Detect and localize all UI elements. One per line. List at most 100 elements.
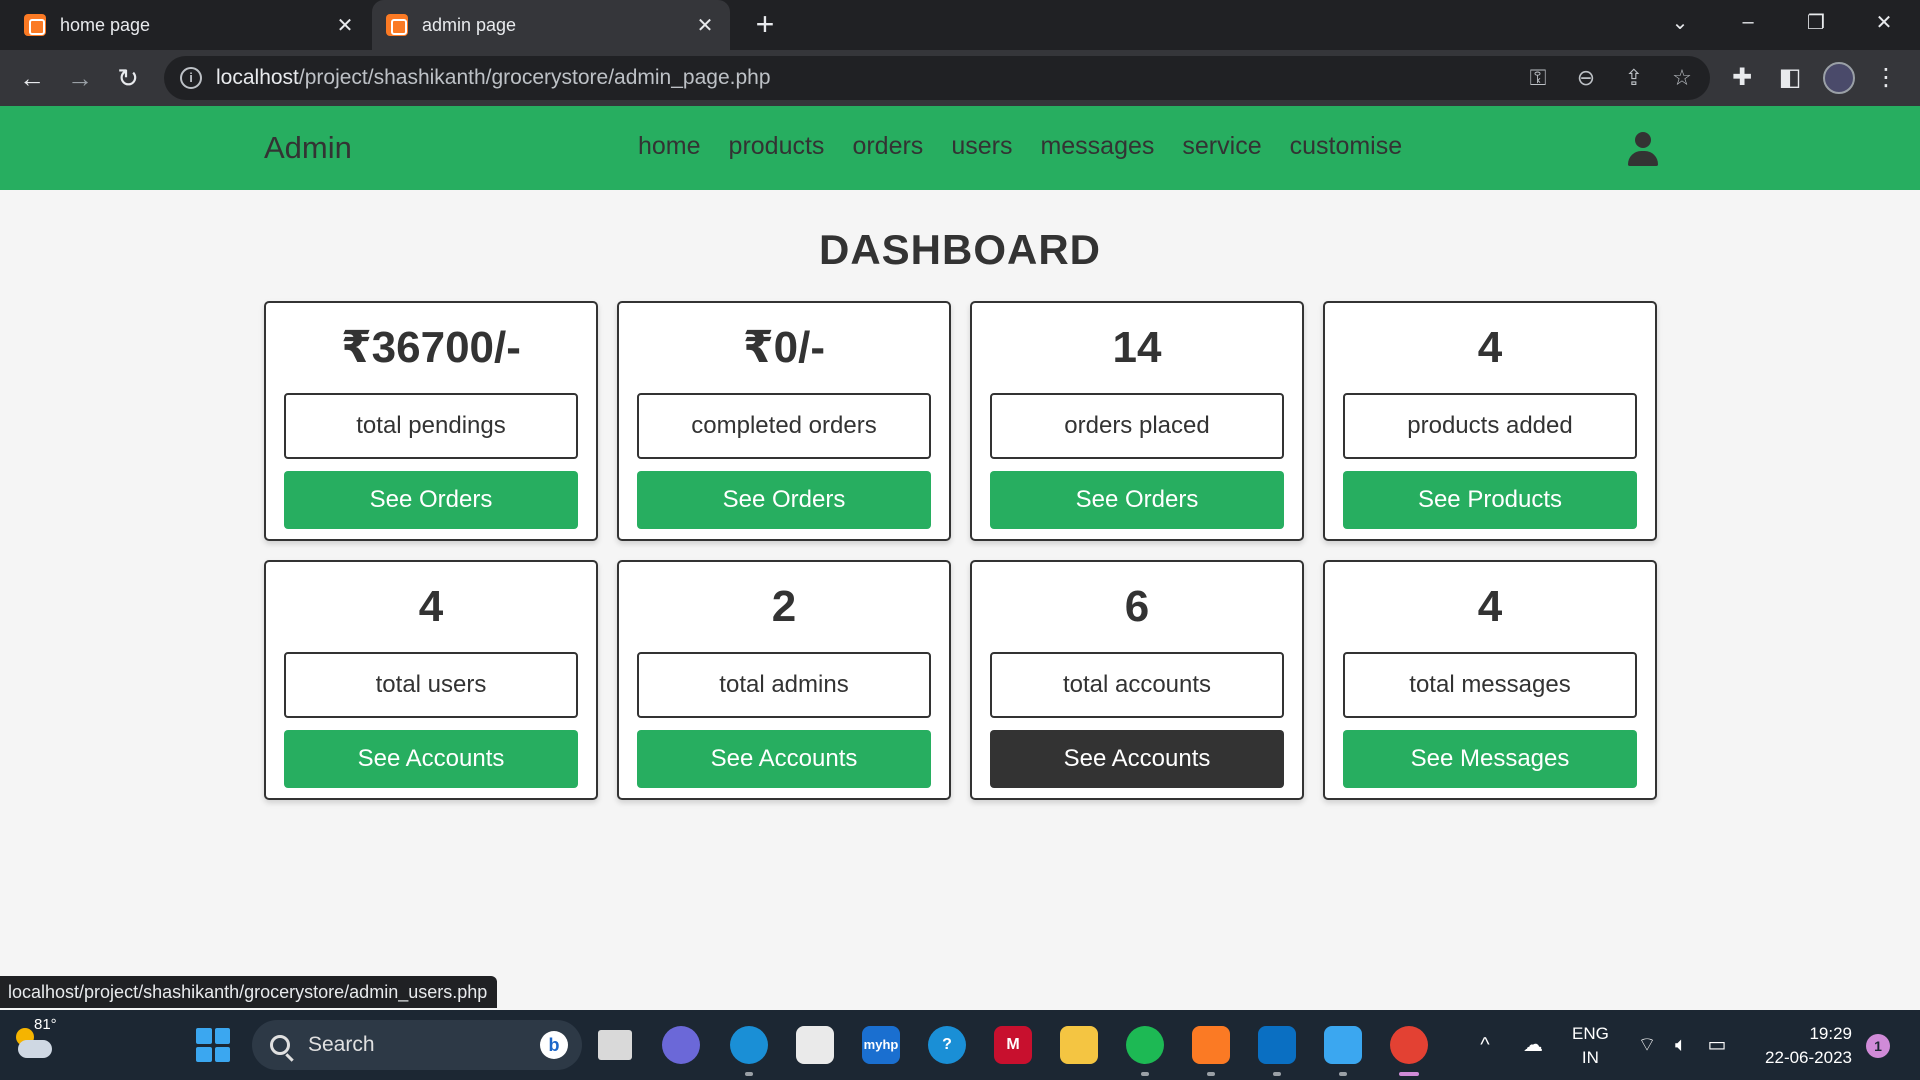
task-view-icon[interactable] <box>598 1030 632 1060</box>
tab-home-page[interactable]: home page ✕ <box>10 0 370 50</box>
nav-customise[interactable]: customise <box>1290 132 1403 161</box>
close-icon[interactable]: ✕ <box>694 13 716 38</box>
plus-icon[interactable]: + <box>748 8 782 42</box>
card-value: 2 <box>771 582 797 631</box>
nav-messages[interactable]: messages <box>1040 132 1154 161</box>
vscode-icon[interactable] <box>1258 1026 1296 1064</box>
card-label: total messages <box>1343 652 1637 718</box>
help-icon[interactable]: ? <box>928 1026 966 1064</box>
side-panel-icon[interactable]: ◧ <box>1772 60 1808 96</box>
edge-browser-icon[interactable] <box>730 1026 768 1064</box>
notepad-icon[interactable] <box>1324 1026 1362 1064</box>
key-icon[interactable]: ⚿ <box>1524 64 1552 92</box>
url-host: localhost <box>216 66 299 89</box>
back-arrow-icon[interactable]: ← <box>14 60 50 96</box>
onedrive-cloud-icon[interactable]: ☁ <box>1520 1032 1546 1058</box>
card-label: products added <box>1343 393 1637 459</box>
clock-date: 22-06-2023 <box>1765 1048 1852 1067</box>
weather-temp: 81° <box>34 1016 57 1033</box>
mcafee-icon[interactable]: M <box>994 1026 1032 1064</box>
volume-icon[interactable]: 🔈︎ <box>1668 1032 1694 1058</box>
tab-search-chevron-icon[interactable]: ⌄ <box>1652 0 1708 44</box>
battery-icon[interactable]: ▭ <box>1704 1032 1730 1058</box>
clock[interactable]: 19:29 22-06-2023 <box>1752 1022 1852 1070</box>
weather-widget[interactable]: 81° <box>12 1016 57 1066</box>
forward-arrow-icon[interactable]: → <box>62 60 98 96</box>
language-indicator[interactable]: ENG IN <box>1572 1022 1609 1070</box>
card-value: 6 <box>1124 582 1150 631</box>
user-icon-body <box>1628 151 1658 166</box>
menu-kebab-icon[interactable]: ⋮ <box>1868 60 1904 96</box>
card-total-messages: 4 total messages See Messages <box>1323 560 1657 800</box>
notification-badge[interactable]: 1 <box>1866 1034 1890 1058</box>
myhp-icon[interactable]: myhp <box>862 1026 900 1064</box>
status-bar-url: localhost/project/shashikanth/grocerysto… <box>0 976 498 1008</box>
running-indicator <box>745 1072 753 1076</box>
running-indicator <box>1207 1072 1215 1076</box>
card-label: total admins <box>637 652 931 718</box>
address-url[interactable]: localhost/project/shashikanth/grocerysto… <box>216 66 771 90</box>
tab-title: admin page <box>422 14 517 35</box>
windows-start-icon[interactable] <box>196 1028 230 1062</box>
card-products-added: 4 products added See Products <box>1323 301 1657 541</box>
user-icon-head <box>1635 132 1651 148</box>
extensions-puzzle-icon[interactable]: ✚ <box>1724 60 1760 96</box>
file-explorer-icon[interactable] <box>1060 1026 1098 1064</box>
see-accounts-button[interactable]: See Accounts <box>990 730 1284 788</box>
user-account-icon[interactable] <box>1628 132 1658 166</box>
xampp-icon[interactable] <box>1192 1026 1230 1064</box>
card-label: orders placed <box>990 393 1284 459</box>
bookmark-star-icon[interactable]: ☆ <box>1668 64 1696 92</box>
nav-home[interactable]: home <box>638 132 701 161</box>
see-accounts-button[interactable]: See Accounts <box>284 730 578 788</box>
card-value: ₹0/- <box>743 323 825 372</box>
browser-tab-bar: home page ✕ admin page ✕ + ⌄ – ❐ ✕ <box>0 0 1920 50</box>
search-icon <box>270 1035 290 1055</box>
minimize-icon[interactable]: – <box>1720 0 1776 44</box>
see-orders-button[interactable]: See Orders <box>637 471 931 529</box>
see-accounts-button[interactable]: See Accounts <box>637 730 931 788</box>
nav-orders[interactable]: orders <box>852 132 923 161</box>
card-completed-orders: ₹0/- completed orders See Orders <box>617 301 951 541</box>
profile-avatar[interactable] <box>1823 62 1855 94</box>
tab-admin-page[interactable]: admin page ✕ <box>372 0 730 50</box>
wifi-icon[interactable]: ⌔ <box>1634 1032 1660 1058</box>
nav-service[interactable]: service <box>1182 132 1261 161</box>
card-value: 4 <box>1477 323 1503 372</box>
address-bar[interactable]: i localhost/project/shashikanth/grocerys… <box>164 56 1710 100</box>
nav-users[interactable]: users <box>951 132 1012 161</box>
see-orders-button[interactable]: See Orders <box>284 471 578 529</box>
card-label: total accounts <box>990 652 1284 718</box>
site-info-icon[interactable]: i <box>180 67 202 89</box>
see-messages-button[interactable]: See Messages <box>1343 730 1637 788</box>
share-icon[interactable]: ⇪ <box>1620 64 1648 92</box>
teams-chat-icon[interactable] <box>662 1026 700 1064</box>
chrome-icon[interactable] <box>1390 1026 1428 1064</box>
running-indicator <box>1273 1072 1281 1076</box>
card-value: 4 <box>418 582 444 631</box>
active-indicator <box>1399 1072 1419 1076</box>
card-orders-placed: 14 orders placed See Orders <box>970 301 1304 541</box>
restore-icon[interactable]: ❐ <box>1788 0 1844 44</box>
spotify-icon[interactable] <box>1126 1026 1164 1064</box>
search-placeholder: Search <box>308 1033 375 1056</box>
window-close-icon[interactable]: ✕ <box>1856 0 1912 44</box>
running-indicator <box>1141 1072 1149 1076</box>
brand-logo-text[interactable]: Admin <box>264 130 352 166</box>
microsoft-store-icon[interactable] <box>796 1026 834 1064</box>
language-region: IN <box>1581 1048 1599 1067</box>
clock-time: 19:29 <box>1809 1024 1852 1043</box>
bing-icon[interactable]: b <box>540 1031 568 1059</box>
reload-icon[interactable]: ↻ <box>110 60 146 96</box>
chevron-up-icon[interactable]: ^ <box>1472 1032 1498 1058</box>
see-orders-button[interactable]: See Orders <box>990 471 1284 529</box>
card-total-pendings: ₹36700/- total pendings See Orders <box>264 301 598 541</box>
taskbar: 81° Search b myhp ? M ^ ☁ ENG IN ⌔ 🔈︎ ▭ … <box>0 1010 1920 1080</box>
main-nav: home products orders users messages serv… <box>638 132 1402 161</box>
taskbar-search[interactable]: Search b <box>252 1020 582 1070</box>
zoom-out-icon[interactable]: ⊖ <box>1572 64 1600 92</box>
see-products-button[interactable]: See Products <box>1343 471 1637 529</box>
close-icon[interactable]: ✕ <box>334 13 356 38</box>
running-indicator <box>1339 1072 1347 1076</box>
nav-products[interactable]: products <box>729 132 825 161</box>
